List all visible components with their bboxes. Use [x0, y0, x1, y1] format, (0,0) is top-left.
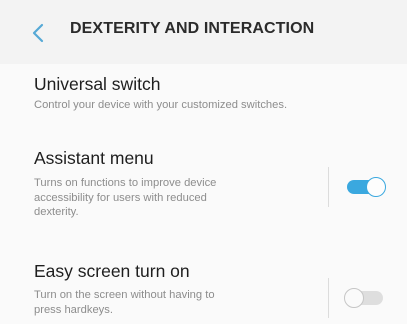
toggle-knob [344, 288, 364, 308]
description-line: accessibility for users with reduced [34, 191, 207, 204]
app-bar: DEXTERITY AND INTERACTION [0, 0, 407, 64]
setting-description: Turn on the screen without having to pre… [34, 288, 215, 317]
description-line: Turn on the screen without having to [34, 289, 215, 301]
settings-list: Universal switch Control your device wit… [0, 64, 407, 324]
screen: DEXTERITY AND INTERACTION Universal swit… [0, 0, 407, 324]
divider [328, 167, 329, 207]
divider [328, 278, 329, 318]
description-line: press hardkeys. [34, 303, 113, 316]
back-button[interactable] [28, 22, 50, 44]
setting-description: Control your device with your customized… [34, 99, 288, 111]
toggle-knob [366, 177, 386, 197]
chevron-left-icon [32, 23, 44, 43]
setting-universal-switch[interactable]: Universal switch Control your device wit… [0, 64, 407, 130]
setting-assistant-menu[interactable]: Assistant menu Turns on functions to imp… [0, 139, 407, 239]
description-line: Turns on functions to improve device [34, 177, 217, 189]
setting-title: Easy screen turn on [34, 261, 190, 281]
setting-easy-screen-turn-on[interactable]: Easy screen turn on Turn on the screen w… [0, 254, 407, 324]
page-title: DEXTERITY AND INTERACTION [70, 20, 315, 37]
setting-description: Turns on functions to improve device acc… [34, 176, 216, 220]
easy-screen-turn-on-toggle[interactable] [344, 288, 383, 308]
assistant-menu-toggle[interactable] [347, 177, 386, 197]
setting-title: Universal switch [34, 74, 161, 94]
description-line: dexterity. [34, 206, 79, 218]
setting-title: Assistant menu [34, 148, 154, 168]
